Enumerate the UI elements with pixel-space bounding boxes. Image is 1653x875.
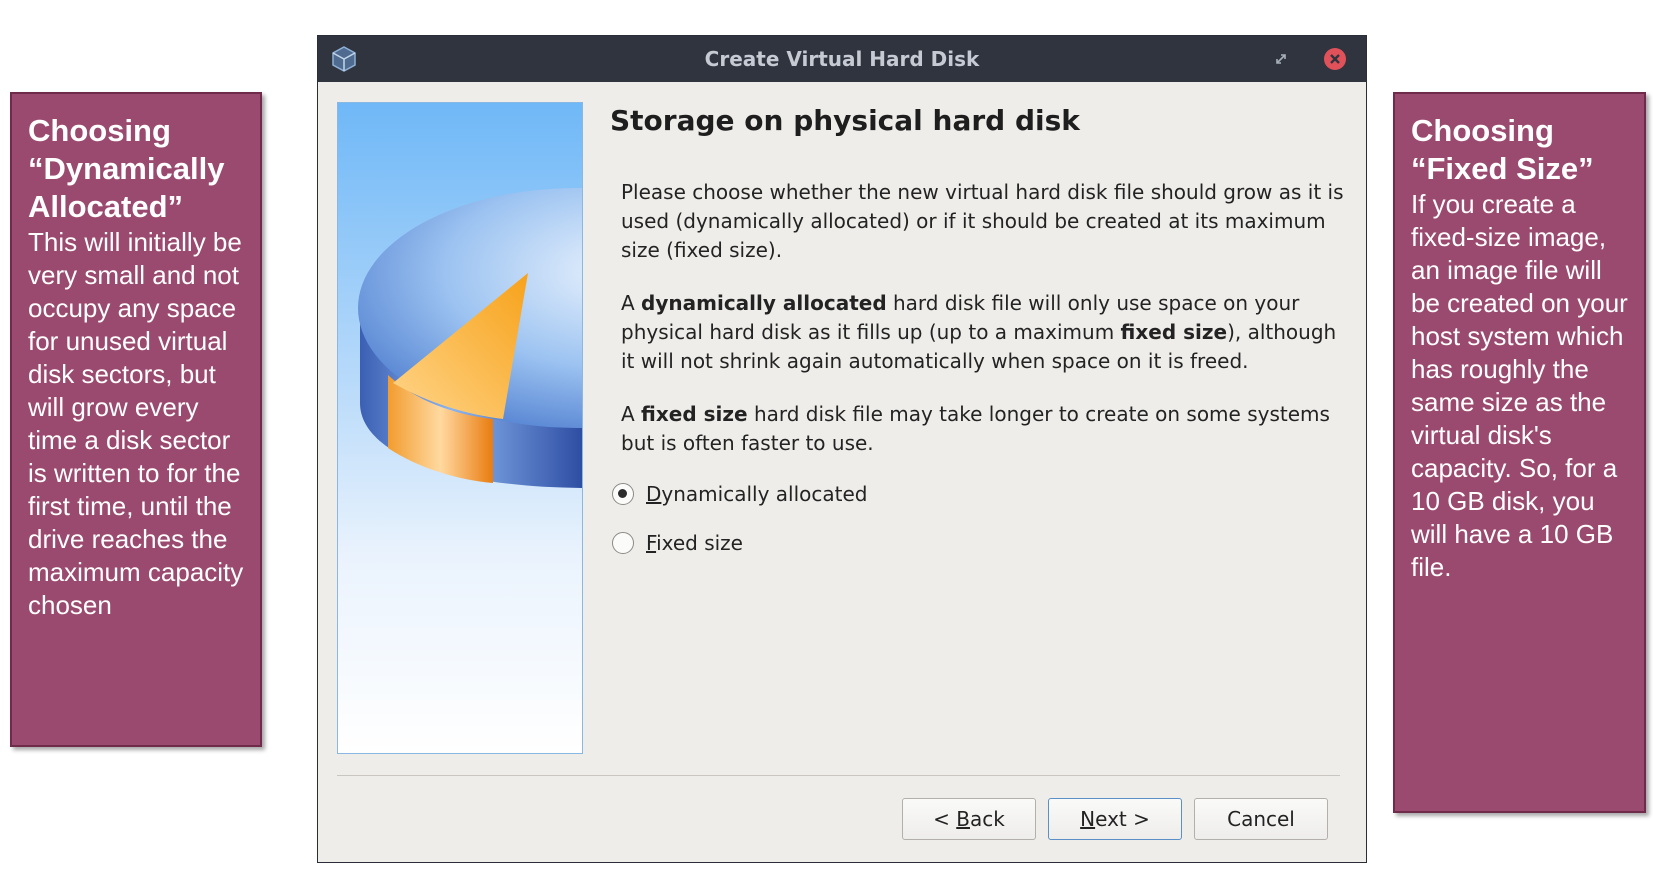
callout-fixed-size: Choosing “Fixed Size” If you create a fi… bbox=[1393, 92, 1646, 813]
hard-disk-illustration bbox=[337, 102, 583, 754]
text-segment: A bbox=[621, 291, 642, 315]
label-text: ynamically allocated bbox=[661, 482, 868, 506]
create-virtual-hard-disk-dialog: Create Virtual Hard Disk Storage on phys… bbox=[318, 36, 1366, 862]
label-text: ixed size bbox=[656, 531, 743, 555]
fixed-description-paragraph: A fixed size hard disk file may take lon… bbox=[621, 400, 1351, 458]
title-bar[interactable]: Create Virtual Hard Disk bbox=[318, 36, 1366, 82]
bold-term: dynamically allocated bbox=[641, 291, 887, 315]
mnemonic-letter: F bbox=[646, 531, 657, 555]
callout-body: This will initially be very small and no… bbox=[28, 227, 244, 620]
callout-dynamically-allocated: Choosing “Dynamically Allocated” This wi… bbox=[10, 92, 262, 747]
mnemonic-letter: D bbox=[646, 482, 662, 506]
radio-option-dynamically-allocated[interactable]: Dynamically allocated bbox=[612, 480, 867, 508]
button-label: ext > bbox=[1095, 807, 1150, 831]
bold-term: fixed size bbox=[641, 402, 748, 426]
page-title: Storage on physical hard disk bbox=[610, 104, 1080, 137]
bold-term: fixed size bbox=[1120, 320, 1228, 344]
radio-button-dynamic[interactable] bbox=[612, 483, 634, 505]
description-paragraph: Please choose whether the new virtual ha… bbox=[621, 180, 1344, 262]
radio-label[interactable]: Dynamically allocated bbox=[646, 482, 867, 506]
radio-label[interactable]: Fixed size bbox=[646, 531, 743, 555]
callout-title: Choosing “Dynamically Allocated” bbox=[28, 113, 225, 224]
callout-title: Choosing “Fixed Size” bbox=[1411, 113, 1594, 186]
close-icon[interactable] bbox=[1322, 46, 1348, 72]
next-button[interactable]: Next > bbox=[1048, 798, 1182, 840]
cancel-button[interactable]: Cancel bbox=[1194, 798, 1328, 840]
text-segment: A bbox=[621, 402, 642, 426]
back-button[interactable]: < Back bbox=[902, 798, 1036, 840]
window-title: Create Virtual Hard Disk bbox=[704, 47, 980, 71]
callout-body: If you create a fixed-size image, an ima… bbox=[1411, 189, 1628, 582]
button-label: ack bbox=[970, 807, 1005, 831]
mnemonic-letter: N bbox=[1080, 807, 1096, 831]
radio-button-fixed[interactable] bbox=[612, 532, 634, 554]
button-prefix: < bbox=[933, 807, 957, 831]
dynamic-description-paragraph: A dynamically allocated hard disk file w… bbox=[621, 289, 1351, 376]
separator bbox=[337, 775, 1340, 776]
restore-icon[interactable] bbox=[1272, 50, 1290, 68]
radio-option-fixed-size[interactable]: Fixed size bbox=[612, 529, 743, 557]
hard-disk-pie-icon bbox=[358, 188, 582, 488]
mnemonic-letter: B bbox=[956, 807, 970, 831]
